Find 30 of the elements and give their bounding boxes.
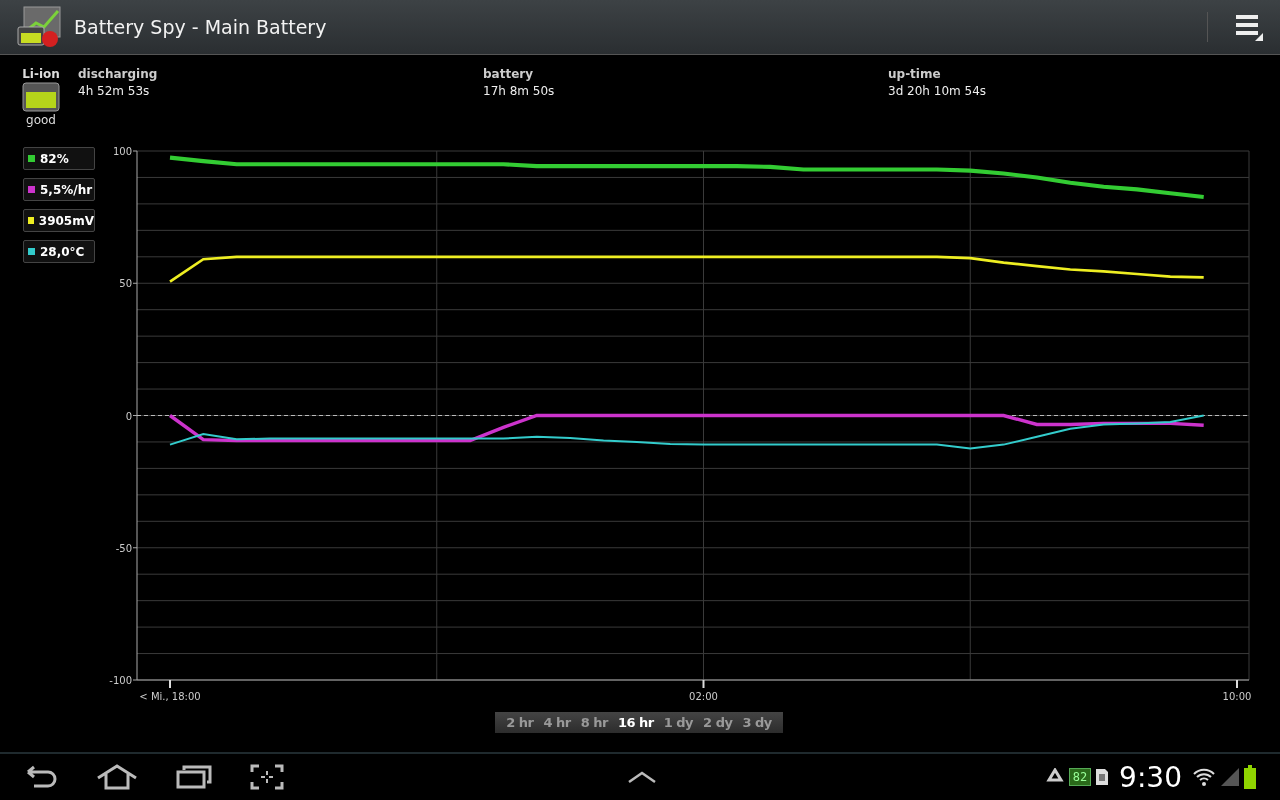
range-tab[interactable]: 16 hr [612, 713, 659, 732]
x-tick-label: 10:00 [1222, 691, 1252, 702]
clock-time: 9:30 [1119, 760, 1182, 794]
battery-monitor-reading: 82 [1068, 768, 1092, 786]
battery-health: good [26, 113, 56, 127]
y-tick-label: 0 [125, 410, 132, 422]
range-tab[interactable]: 8 hr [575, 713, 613, 732]
range-tab[interactable]: 4 hr [538, 713, 576, 732]
info-value: 17h 8m 50s [483, 84, 556, 98]
legend-item[interactable]: 28,0°C [23, 240, 95, 263]
legend-item[interactable]: 5,5%/hr [23, 178, 95, 201]
info-value: 3d 20h 10m 54s [888, 84, 988, 98]
info-label: discharging [78, 67, 159, 81]
range-tab[interactable]: 1 dy [658, 713, 699, 732]
y-tick-label: 50 [119, 278, 132, 290]
y-tick-label: -100 [109, 675, 132, 686]
info-label: up-time [888, 67, 942, 81]
range-tab[interactable]: 2 hr [501, 713, 539, 732]
info-label: battery [483, 67, 535, 81]
x-tick-label: 02:00 [689, 691, 718, 702]
legend-item[interactable]: 3905mV [23, 209, 95, 232]
range-tab[interactable]: 2 dy [698, 713, 738, 732]
info-value: 4h 52m 53s [78, 84, 151, 98]
app-title: Battery Spy - Main Battery [74, 16, 327, 38]
y-tick-label: -50 [115, 542, 132, 554]
x-tick-label: < Mi., 18:00 [139, 691, 201, 702]
battery-type: Li-ion [22, 67, 60, 81]
y-tick-label: 100 [112, 146, 132, 157]
range-tab[interactable]: 3 dy [737, 713, 777, 732]
legend-item[interactable]: 82% [23, 147, 95, 170]
